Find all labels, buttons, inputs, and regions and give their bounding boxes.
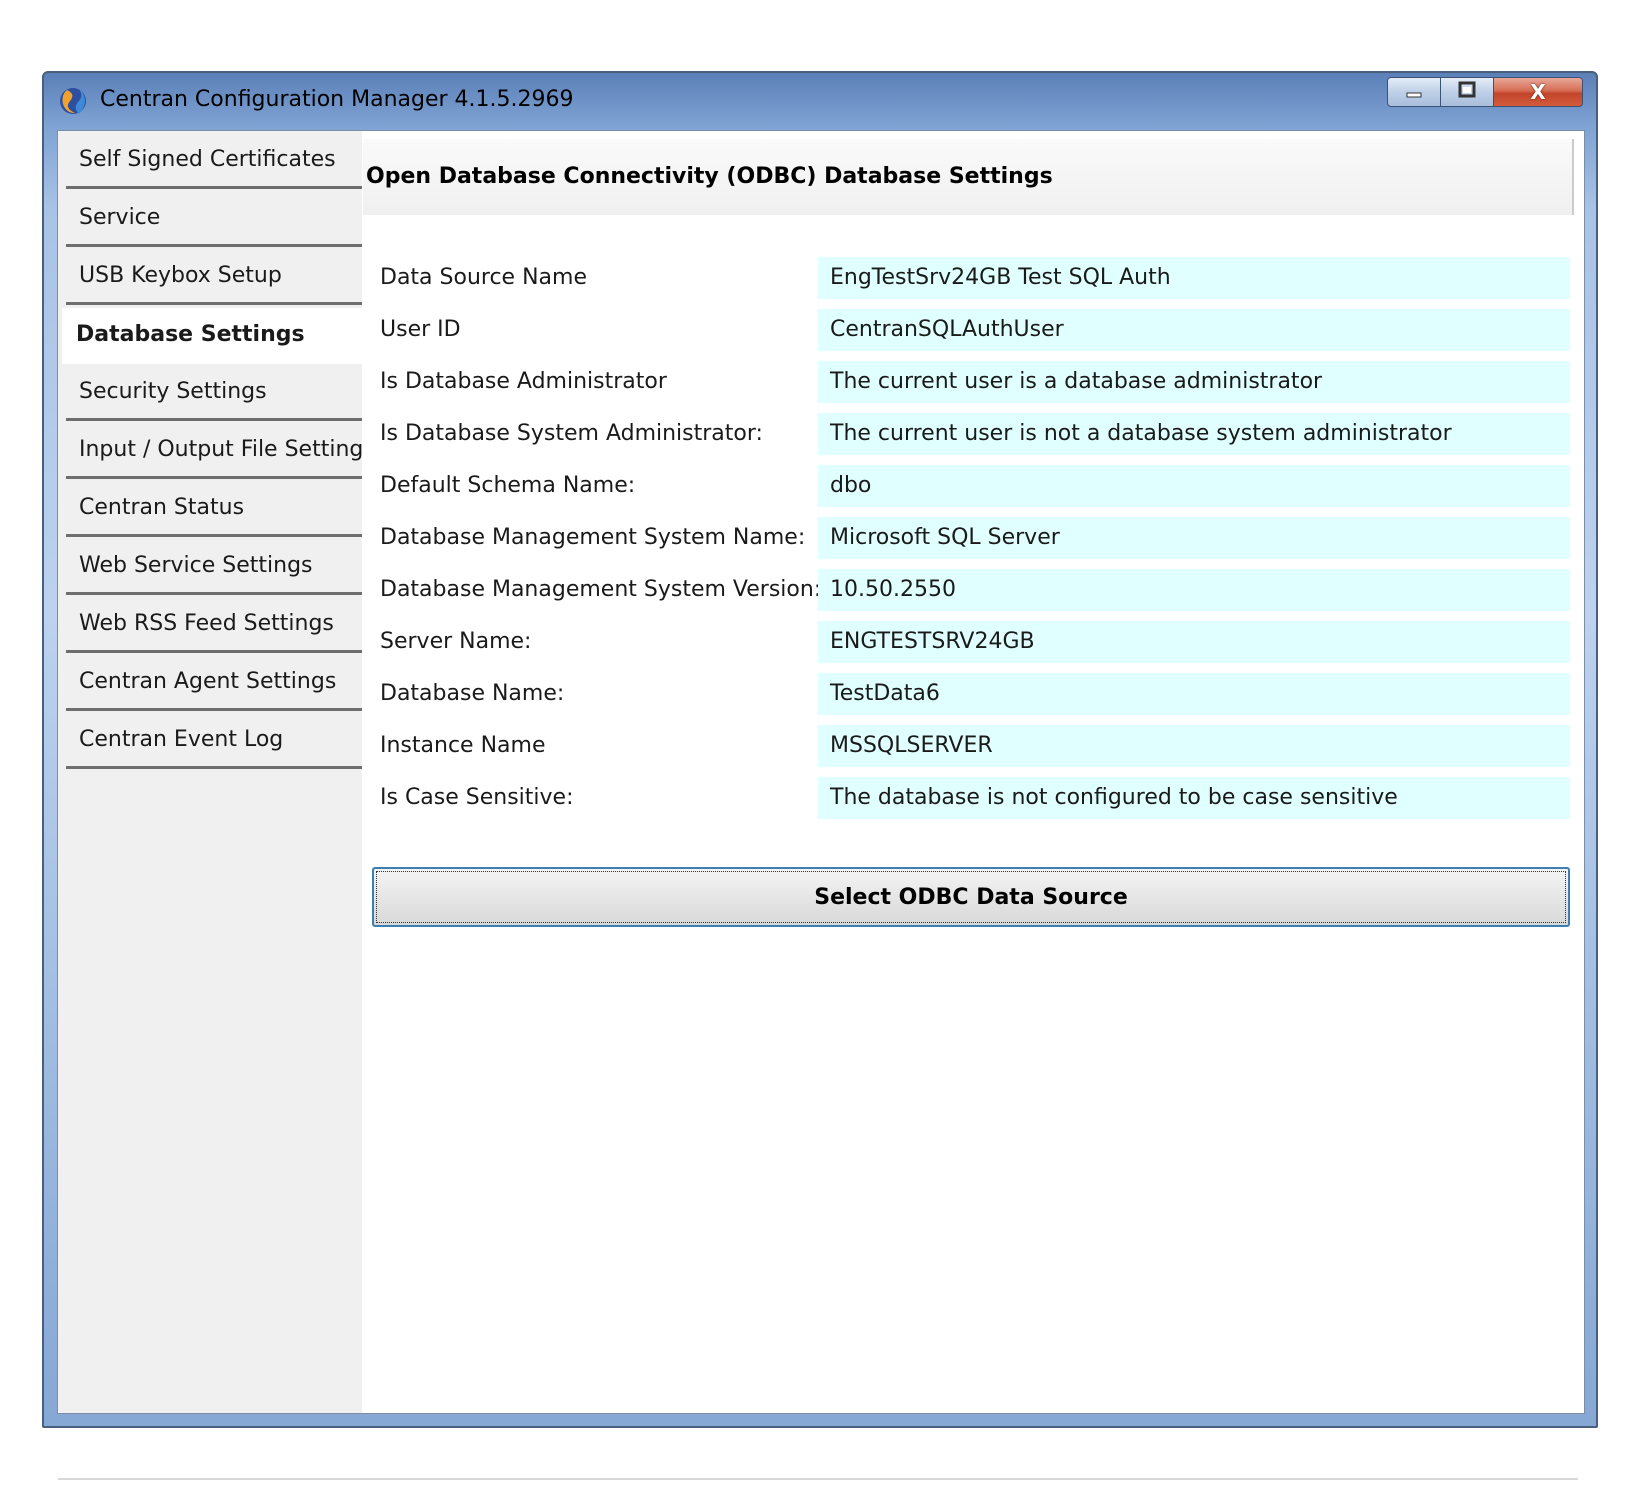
- field-row-default-schema-name: Default Schema Name: dbo: [362, 463, 1584, 509]
- maximize-icon: [1457, 81, 1477, 103]
- field-value: MSSQLSERVER: [818, 725, 1570, 767]
- field-row-database-name: Database Name: TestData6: [362, 671, 1584, 717]
- sidebar-item-centran-event-log[interactable]: Centran Event Log: [66, 713, 362, 769]
- sidebar-item-label: Web Service Settings: [79, 553, 313, 578]
- sidebar-item-label: USB Keybox Setup: [79, 263, 282, 288]
- minimize-icon: [1404, 83, 1424, 102]
- field-row-user-id: User ID CentranSQLAuthUser: [362, 307, 1584, 353]
- field-value: 10.50.2550: [818, 569, 1570, 611]
- field-row-is-database-administrator: Is Database Administrator The current us…: [362, 359, 1584, 405]
- field-value: ENGTESTSRV24GB: [818, 621, 1570, 663]
- select-odbc-data-source-button[interactable]: Select ODBC Data Source: [372, 867, 1570, 927]
- sidebar-item-input-output-file-settings[interactable]: Input / Output File Settings: [66, 423, 375, 479]
- field-row-data-source-name: Data Source Name EngTestSrv24GB Test SQL…: [362, 255, 1584, 301]
- maximize-button[interactable]: [1440, 77, 1494, 107]
- app-window: Centran Configuration Manager 4.1.5.2969…: [42, 71, 1598, 1428]
- sidebar-item-web-rss-feed-settings[interactable]: Web RSS Feed Settings: [66, 597, 362, 653]
- field-row-dbms-version: Database Management System Version: 10.5…: [362, 567, 1584, 613]
- field-label: Is Database System Administrator:: [380, 421, 763, 446]
- field-label: Server Name:: [380, 629, 532, 654]
- field-value: TestData6: [818, 673, 1570, 715]
- window-client-area: Self Signed Certificates Service USB Key…: [57, 130, 1585, 1414]
- field-value: Microsoft SQL Server: [818, 517, 1570, 559]
- title-bar[interactable]: Centran Configuration Manager 4.1.5.2969…: [44, 73, 1596, 129]
- centran-app-icon: [58, 86, 88, 116]
- minimize-button[interactable]: [1387, 77, 1441, 107]
- sidebar-item-label: Database Settings: [76, 322, 305, 347]
- window-title: Centran Configuration Manager 4.1.5.2969: [100, 87, 574, 112]
- sidebar-item-label: Security Settings: [79, 379, 267, 404]
- sidebar-item-label: Self Signed Certificates: [79, 147, 336, 172]
- close-icon: X: [1530, 80, 1546, 104]
- sidebar-item-usb-keybox-setup[interactable]: USB Keybox Setup: [66, 249, 362, 305]
- sidebar-item-self-signed-certificates[interactable]: Self Signed Certificates: [66, 133, 362, 189]
- field-label: User ID: [380, 317, 461, 342]
- sidebar-item-service[interactable]: Service: [66, 191, 362, 247]
- field-value: The current user is a database administr…: [818, 361, 1570, 403]
- field-label: Instance Name: [380, 733, 546, 758]
- sidebar-item-database-settings[interactable]: Database Settings: [62, 308, 368, 364]
- field-value: dbo: [818, 465, 1570, 507]
- field-row-is-case-sensitive: Is Case Sensitive: The database is not c…: [362, 775, 1584, 821]
- settings-sidebar: Self Signed Certificates Service USB Key…: [58, 131, 375, 1413]
- database-settings-panel: Open Database Connectivity (ODBC) Databa…: [362, 131, 1584, 1413]
- field-value: EngTestSrv24GB Test SQL Auth: [818, 257, 1570, 299]
- sidebar-item-security-settings[interactable]: Security Settings: [66, 365, 362, 421]
- field-label: Database Management System Name:: [380, 525, 806, 550]
- field-row-server-name: Server Name: ENGTESTSRV24GB: [362, 619, 1584, 665]
- field-row-dbms-name: Database Management System Name: Microso…: [362, 515, 1584, 561]
- sidebar-item-label: Centran Status: [79, 495, 245, 520]
- field-label: Database Management System Version:: [380, 577, 822, 602]
- field-value: CentranSQLAuthUser: [818, 309, 1570, 351]
- sidebar-item-label: Web RSS Feed Settings: [79, 611, 334, 636]
- sidebar-item-centran-agent-settings[interactable]: Centran Agent Settings: [66, 655, 362, 711]
- field-label: Database Name:: [380, 681, 565, 706]
- field-row-instance-name: Instance Name MSSQLSERVER: [362, 723, 1584, 769]
- sidebar-item-centran-status[interactable]: Centran Status: [66, 481, 362, 537]
- sidebar-item-label: Centran Agent Settings: [79, 669, 337, 694]
- sidebar-item-web-service-settings[interactable]: Web Service Settings: [66, 539, 362, 595]
- divider: [58, 1478, 1578, 1480]
- field-row-is-database-system-administrator: Is Database System Administrator: The cu…: [362, 411, 1584, 457]
- field-value: The current user is not a database syste…: [818, 413, 1570, 455]
- close-button[interactable]: X: [1493, 77, 1583, 107]
- field-label: Is Database Administrator: [380, 369, 667, 394]
- field-value: The database is not configured to be cas…: [818, 777, 1570, 819]
- field-label: Is Case Sensitive:: [380, 785, 574, 810]
- sidebar-item-label: Service: [79, 205, 161, 230]
- sidebar-item-label: Input / Output File Settings: [79, 437, 375, 462]
- sidebar-item-label: Centran Event Log: [79, 727, 284, 752]
- field-label: Data Source Name: [380, 265, 587, 290]
- field-label: Default Schema Name:: [380, 473, 636, 498]
- section-header: Open Database Connectivity (ODBC) Databa…: [363, 139, 1574, 215]
